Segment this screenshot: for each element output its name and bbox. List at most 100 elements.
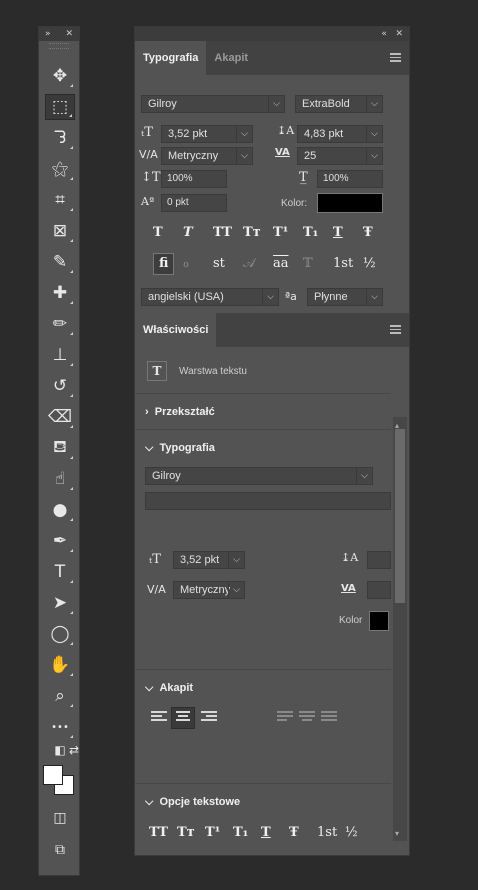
tool-group-corner-icon xyxy=(70,146,73,149)
justify-all-icon[interactable] xyxy=(321,711,337,725)
ordinals-button[interactable]: 1st xyxy=(333,256,353,272)
prop-all-caps-button[interactable]: TT xyxy=(149,825,168,841)
justify-left-icon[interactable] xyxy=(277,711,293,725)
magic-wand-tool-icon[interactable]: ⚝ xyxy=(45,156,75,182)
rectangular-marquee-tool-icon[interactable]: ⬚ xyxy=(45,94,75,120)
prop-ordinals-button[interactable]: 1st xyxy=(317,825,337,841)
font-size-select[interactable]: 3,52 pkt ⌵ xyxy=(161,125,253,143)
tool-group-corner-icon xyxy=(70,735,73,738)
align-right-icon[interactable] xyxy=(201,711,217,725)
divider xyxy=(135,393,391,394)
vertical-scale-field[interactable]: 100% xyxy=(161,170,227,188)
ellipse-tool-icon[interactable]: ◯ xyxy=(45,621,75,647)
font-style-select[interactable]: ExtraBold ⌵ xyxy=(295,95,383,113)
dodge-tool-icon[interactable]: ● xyxy=(45,497,75,523)
titling-alternates-button[interactable]: 𝕋 xyxy=(303,256,313,272)
smudge-tool-icon[interactable]: ☝ xyxy=(45,466,75,492)
zoom-tool-icon[interactable]: ⌕ xyxy=(45,683,75,709)
prop-font-style-select[interactable] xyxy=(145,492,391,510)
pen-tool-icon[interactable]: ✒ xyxy=(45,528,75,554)
chevron-right-icon: › xyxy=(145,406,155,418)
faux-italic-button[interactable]: T xyxy=(183,225,193,241)
scroll-down-icon[interactable]: ▾ xyxy=(395,827,399,841)
swash-button[interactable]: 𝒜 xyxy=(243,256,255,272)
align-center-icon[interactable] xyxy=(171,707,195,729)
strikethrough-button[interactable]: Ŧ xyxy=(363,225,373,241)
close-panels-icon[interactable]: ✕ xyxy=(395,29,403,39)
close-toolbar-icon[interactable]: ✕ xyxy=(65,27,73,41)
expand-toolbar-icon[interactable]: » xyxy=(45,27,51,41)
prop-underline-button[interactable]: T xyxy=(261,825,271,841)
path-selection-tool-icon[interactable]: ➤ xyxy=(45,590,75,616)
standard-ligatures-button[interactable]: ﬁ xyxy=(153,253,175,275)
edit-toolbar-icon[interactable]: ••• xyxy=(45,714,75,740)
panel-menu-icon[interactable] xyxy=(390,53,401,62)
hand-tool-icon[interactable]: ✋ xyxy=(45,652,75,678)
crop-tool-icon[interactable]: ⌗ xyxy=(45,187,75,213)
lasso-tool-icon[interactable]: ᘊ xyxy=(45,125,75,151)
all-caps-button[interactable]: TT xyxy=(213,225,232,241)
kerning-select[interactable]: Metryczny ⌵ xyxy=(161,147,253,165)
tools-panel-header: » ✕ xyxy=(39,27,79,41)
small-caps-button[interactable]: Tт xyxy=(243,225,261,241)
eyedropper-tool-icon[interactable]: ✎ xyxy=(45,249,75,275)
clone-stamp-tool-icon[interactable]: ⊥ xyxy=(45,342,75,368)
scroll-up-icon[interactable]: ▴ xyxy=(395,419,399,433)
swap-colors-icon[interactable]: ⇄ xyxy=(59,737,89,763)
foreground-color-swatch[interactable] xyxy=(43,765,63,785)
stylistic-alternates-button[interactable]: aa xyxy=(273,256,289,272)
underline-button[interactable]: T xyxy=(333,225,343,241)
align-left-icon[interactable] xyxy=(151,711,167,725)
prop-small-caps-button[interactable]: Tт xyxy=(177,825,195,841)
section-transform-header[interactable]: › Przekształć xyxy=(135,395,391,429)
brush-tool-icon[interactable]: ✏ xyxy=(45,311,75,337)
discretionary-ligatures-button[interactable]: st xyxy=(213,256,225,272)
toolbar-grip[interactable] xyxy=(49,43,69,49)
healing-brush-tool-icon[interactable]: ✚ xyxy=(45,280,75,306)
collapse-panels-icon[interactable]: « xyxy=(381,29,387,39)
prop-kerning-select[interactable]: Metryczny ⌵ xyxy=(173,581,245,599)
prop-font-family-select[interactable]: Gilroy ⌵ xyxy=(145,467,373,485)
faux-bold-button[interactable]: T xyxy=(153,225,163,241)
frame-tool-icon[interactable]: ⊠ xyxy=(45,218,75,244)
language-select[interactable]: angielski (USA) ⌵ xyxy=(141,288,279,306)
quick-mask-icon[interactable]: ◫ xyxy=(45,805,75,831)
prop-tracking-field[interactable] xyxy=(367,581,391,599)
superscript-button[interactable]: T¹ xyxy=(273,225,288,241)
chevron-down-icon: ⌵ xyxy=(356,468,372,484)
scrollbar-thumb[interactable] xyxy=(395,429,405,603)
section-text-options-header[interactable]: ⌵ Opcje tekstowe xyxy=(135,785,391,819)
panel-menu-icon[interactable] xyxy=(390,325,401,334)
subscript-button[interactable]: T₁ xyxy=(303,225,318,241)
baseline-shift-field[interactable]: 0 pkt xyxy=(161,194,227,212)
prop-fractions-button[interactable]: ½ xyxy=(345,825,358,841)
tab-typografia[interactable]: Typografia xyxy=(135,41,207,75)
section-paragraph-header[interactable]: ⌵ Akapit xyxy=(135,671,391,705)
leading-select[interactable]: 4,83 pkt ⌵ xyxy=(297,125,383,143)
prop-superscript-button[interactable]: T¹ xyxy=(205,825,220,841)
prop-leading-field[interactable] xyxy=(367,551,391,569)
eraser-tool-icon[interactable]: ⌫ xyxy=(45,404,75,430)
type-tool-icon[interactable]: T xyxy=(45,559,75,585)
paint-bucket-tool-icon[interactable]: ⛾ xyxy=(45,435,75,461)
tool-group-corner-icon xyxy=(70,704,73,707)
history-brush-tool-icon[interactable]: ↺ xyxy=(45,373,75,399)
section-typography-header[interactable]: ⌵ Typografia xyxy=(135,431,391,465)
font-family-select[interactable]: Gilroy ⌵ xyxy=(141,95,285,113)
kerning-icon: V/A xyxy=(139,148,158,161)
tracking-select[interactable]: 25 ⌵ xyxy=(297,147,383,165)
screen-mode-icon[interactable]: ⧉ xyxy=(45,837,75,863)
move-tool-icon[interactable]: ✥ xyxy=(45,63,75,89)
prop-text-color-swatch[interactable] xyxy=(369,611,389,631)
prop-font-size-select[interactable]: 3,52 pkt ⌵ xyxy=(173,551,245,569)
tab-akapit[interactable]: Akapit xyxy=(206,41,256,75)
prop-strikethrough-button[interactable]: Ŧ xyxy=(289,825,299,841)
anti-alias-select[interactable]: Płynne ⌵ xyxy=(307,288,383,306)
tab-wlasciwosci[interactable]: Właściwości xyxy=(135,313,217,347)
horizontal-scale-field[interactable]: 100% xyxy=(317,170,383,188)
fractions-button[interactable]: ½ xyxy=(363,256,376,272)
text-color-swatch[interactable] xyxy=(317,193,383,213)
justify-center-icon[interactable] xyxy=(299,711,315,725)
contextual-alternates-button[interactable]: ℴ xyxy=(183,256,189,272)
prop-subscript-button[interactable]: T₁ xyxy=(233,825,248,841)
